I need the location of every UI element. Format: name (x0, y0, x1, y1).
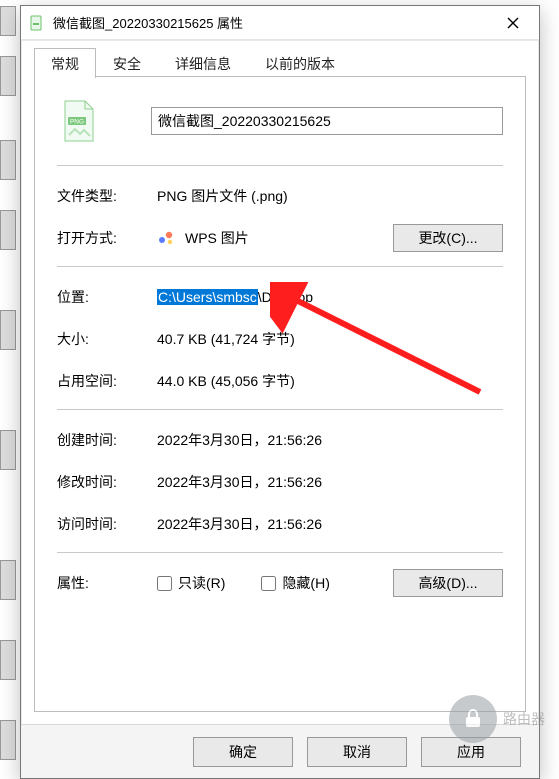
window-icon (29, 15, 45, 31)
value-accessed: 2022年3月30日，21:56:26 (157, 514, 503, 534)
label-created: 创建时间: (57, 430, 157, 450)
value-size: 40.7 KB (41,724 字节) (157, 329, 503, 349)
value-filetype: PNG 图片文件 (.png) (157, 186, 503, 206)
readonly-label: 只读(R) (178, 573, 225, 593)
titlebar: 微信截图_20220330215625 属性 (21, 6, 539, 40)
svg-text:PNG: PNG (70, 119, 84, 126)
advanced-button[interactable]: 高级(D)... (393, 569, 503, 597)
separator (57, 409, 503, 410)
readonly-checkbox-wrap[interactable]: 只读(R) (157, 573, 225, 593)
wps-app-icon (157, 229, 175, 247)
watermark: 路由器 (449, 687, 559, 751)
ok-button[interactable]: 确定 (193, 737, 293, 767)
value-size-on-disk: 44.0 KB (45,056 字节) (157, 371, 503, 391)
label-opens-with: 打开方式: (57, 228, 157, 248)
window-title: 微信截图_20220330215625 属性 (53, 13, 491, 32)
value-location[interactable]: C:\Users\smbsc\Desktop (157, 289, 503, 305)
filename-input[interactable] (151, 107, 503, 135)
hidden-label: 隐藏(H) (282, 573, 329, 593)
label-attributes: 属性: (57, 573, 157, 593)
tab-panel-general: PNG 文件类型: PNG 图片文件 (.png) 打开方式: WPS 图片 (34, 77, 526, 712)
value-opens-with: WPS 图片 (185, 228, 393, 248)
separator (57, 165, 503, 166)
tab-security[interactable]: 安全 (96, 48, 158, 78)
separator (57, 266, 503, 267)
label-size-on-disk: 占用空间: (57, 371, 157, 391)
label-modified: 修改时间: (57, 472, 157, 492)
cancel-button[interactable]: 取消 (307, 737, 407, 767)
properties-dialog: 微信截图_20220330215625 属性 常规 安全 详细信息 以前的版本 … (20, 5, 540, 779)
readonly-checkbox[interactable] (157, 576, 172, 591)
separator (57, 552, 503, 553)
watermark-icon (449, 695, 497, 743)
hidden-checkbox[interactable] (261, 576, 276, 591)
value-modified: 2022年3月30日，21:56:26 (157, 472, 503, 492)
file-type-icon: PNG (57, 99, 101, 143)
tab-general[interactable]: 常规 (34, 48, 96, 78)
location-rest: \Desktop (258, 289, 313, 305)
tab-details[interactable]: 详细信息 (158, 48, 248, 78)
value-created: 2022年3月30日，21:56:26 (157, 430, 503, 450)
location-selected: C:\Users\smbsc (157, 289, 258, 305)
hidden-checkbox-wrap[interactable]: 隐藏(H) (261, 573, 329, 593)
label-location: 位置: (57, 287, 157, 307)
label-size: 大小: (57, 329, 157, 349)
label-accessed: 访问时间: (57, 514, 157, 534)
watermark-text: 路由器 (503, 709, 545, 729)
tab-strip: 常规 安全 详细信息 以前的版本 (34, 47, 526, 77)
label-filetype: 文件类型: (57, 186, 157, 206)
change-app-button[interactable]: 更改(C)... (393, 224, 503, 252)
close-button[interactable] (491, 8, 535, 38)
tab-previous-versions[interactable]: 以前的版本 (248, 48, 352, 78)
